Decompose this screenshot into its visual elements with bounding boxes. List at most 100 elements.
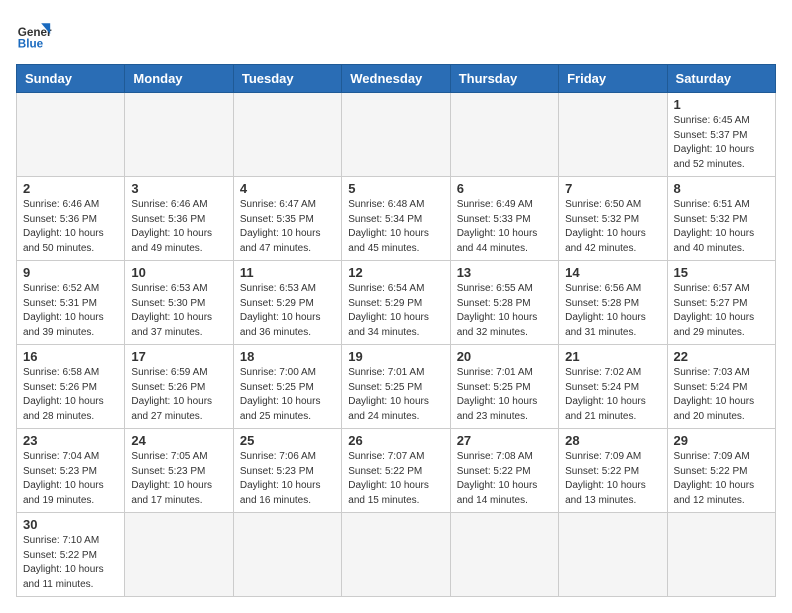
day-info: Sunrise: 7:09 AM Sunset: 5:22 PM Dayligh… — [674, 450, 769, 508]
day-number: 19 — [348, 349, 443, 364]
day-number: 9 — [23, 265, 118, 280]
week-row-1: 2 Sunrise: 6:46 AM Sunset: 5:36 PM Daylig… — [17, 177, 776, 261]
day-info: Sunrise: 7:01 AM Sunset: 5:25 PM Dayligh… — [457, 366, 552, 424]
day-number: 22 — [674, 349, 769, 364]
calendar-cell — [233, 513, 341, 597]
calendar-cell: 20 Sunrise: 7:01 AM Sunset: 5:25 PM Dayli… — [450, 345, 558, 429]
logo: General Blue — [16, 16, 52, 52]
day-info: Sunrise: 7:03 AM Sunset: 5:24 PM Dayligh… — [674, 366, 769, 424]
calendar-cell: 11Sunrise: 6:53 AM Sunset: 5:29 PM Dayli… — [233, 261, 341, 345]
day-info: Sunrise: 6:47 AM Sunset: 5:35 PM Dayligh… — [240, 198, 335, 256]
day-number: 21 — [565, 349, 660, 364]
day-number: 7 — [565, 181, 660, 196]
week-row-3: 16 Sunrise: 6:58 AM Sunset: 5:26 PM Dayli… — [17, 345, 776, 429]
day-info: Sunrise: 6:48 AM Sunset: 5:34 PM Dayligh… — [348, 198, 443, 256]
calendar-header-row: SundayMondayTuesdayWednesdayThursdayFrid… — [17, 65, 776, 93]
calendar-cell — [125, 513, 233, 597]
calendar-cell — [125, 93, 233, 177]
day-number: 8 — [674, 181, 769, 196]
day-info: Sunrise: 7:01 AM Sunset: 5:25 PM Dayligh… — [348, 366, 443, 424]
day-number: 30 — [23, 517, 118, 532]
week-row-2: 9 Sunrise: 6:52 AM Sunset: 5:31 PM Daylig… — [17, 261, 776, 345]
day-info: Sunrise: 6:45 AM Sunset: 5:37 PM Dayligh… — [674, 114, 769, 172]
calendar-cell: 19 Sunrise: 7:01 AM Sunset: 5:25 PM Dayli… — [342, 345, 450, 429]
calendar-cell: 24 Sunrise: 7:05 AM Sunset: 5:23 PM Dayli… — [125, 429, 233, 513]
calendar-cell: 10 Sunrise: 6:53 AM Sunset: 5:30 PM Dayli… — [125, 261, 233, 345]
day-info: Sunrise: 6:50 AM Sunset: 5:32 PM Dayligh… — [565, 198, 660, 256]
day-info: Sunrise: 6:55 AM Sunset: 5:28 PM Dayligh… — [457, 282, 552, 340]
day-number: 27 — [457, 433, 552, 448]
calendar-cell: 2 Sunrise: 6:46 AM Sunset: 5:36 PM Daylig… — [17, 177, 125, 261]
week-row-5: 30 Sunrise: 7:10 AM Sunset: 5:22 PM Dayli… — [17, 513, 776, 597]
day-number: 5 — [348, 181, 443, 196]
day-number: 12 — [348, 265, 443, 280]
day-number: 17 — [131, 349, 226, 364]
day-number: 13 — [457, 265, 552, 280]
calendar-cell — [342, 93, 450, 177]
calendar-table: SundayMondayTuesdayWednesdayThursdayFrid… — [16, 64, 776, 597]
calendar-cell: 3Sunrise: 6:46 AM Sunset: 5:36 PM Daylig… — [125, 177, 233, 261]
calendar-cell: 23 Sunrise: 7:04 AM Sunset: 5:23 PM Dayli… — [17, 429, 125, 513]
week-row-0: 1 Sunrise: 6:45 AM Sunset: 5:37 PM Daylig… — [17, 93, 776, 177]
header-thursday: Thursday — [450, 65, 558, 93]
day-number: 14 — [565, 265, 660, 280]
day-info: Sunrise: 6:46 AM Sunset: 5:36 PM Dayligh… — [23, 198, 118, 256]
day-info: Sunrise: 6:54 AM Sunset: 5:29 PM Dayligh… — [348, 282, 443, 340]
day-info: Sunrise: 6:56 AM Sunset: 5:28 PM Dayligh… — [565, 282, 660, 340]
day-number: 10 — [131, 265, 226, 280]
day-number: 11 — [240, 265, 335, 280]
day-info: Sunrise: 6:58 AM Sunset: 5:26 PM Dayligh… — [23, 366, 118, 424]
day-info: Sunrise: 7:02 AM Sunset: 5:24 PM Dayligh… — [565, 366, 660, 424]
day-info: Sunrise: 6:51 AM Sunset: 5:32 PM Dayligh… — [674, 198, 769, 256]
calendar-cell — [342, 513, 450, 597]
calendar-cell: 29 Sunrise: 7:09 AM Sunset: 5:22 PM Dayli… — [667, 429, 775, 513]
calendar-cell: 16 Sunrise: 6:58 AM Sunset: 5:26 PM Dayli… — [17, 345, 125, 429]
day-info: Sunrise: 6:57 AM Sunset: 5:27 PM Dayligh… — [674, 282, 769, 340]
day-info: Sunrise: 7:04 AM Sunset: 5:23 PM Dayligh… — [23, 450, 118, 508]
day-info: Sunrise: 7:10 AM Sunset: 5:22 PM Dayligh… — [23, 534, 118, 592]
day-number: 20 — [457, 349, 552, 364]
header-wednesday: Wednesday — [342, 65, 450, 93]
calendar-cell: 8 Sunrise: 6:51 AM Sunset: 5:32 PM Daylig… — [667, 177, 775, 261]
calendar-cell — [559, 93, 667, 177]
day-number: 2 — [23, 181, 118, 196]
day-number: 26 — [348, 433, 443, 448]
day-info: Sunrise: 7:09 AM Sunset: 5:22 PM Dayligh… — [565, 450, 660, 508]
day-number: 6 — [457, 181, 552, 196]
header-tuesday: Tuesday — [233, 65, 341, 93]
calendar-cell: 4 Sunrise: 6:47 AM Sunset: 5:35 PM Daylig… — [233, 177, 341, 261]
header-monday: Monday — [125, 65, 233, 93]
calendar-cell — [233, 93, 341, 177]
calendar-cell: 30 Sunrise: 7:10 AM Sunset: 5:22 PM Dayli… — [17, 513, 125, 597]
calendar-cell — [17, 93, 125, 177]
calendar-cell: 1 Sunrise: 6:45 AM Sunset: 5:37 PM Daylig… — [667, 93, 775, 177]
day-info: Sunrise: 6:53 AM Sunset: 5:30 PM Dayligh… — [131, 282, 226, 340]
calendar-cell — [559, 513, 667, 597]
page-header: General Blue — [16, 16, 776, 52]
calendar-cell: 21 Sunrise: 7:02 AM Sunset: 5:24 PM Dayli… — [559, 345, 667, 429]
calendar-cell: 13 Sunrise: 6:55 AM Sunset: 5:28 PM Dayli… — [450, 261, 558, 345]
calendar-cell: 15 Sunrise: 6:57 AM Sunset: 5:27 PM Dayli… — [667, 261, 775, 345]
day-number: 15 — [674, 265, 769, 280]
day-number: 28 — [565, 433, 660, 448]
day-number: 23 — [23, 433, 118, 448]
day-info: Sunrise: 7:06 AM Sunset: 5:23 PM Dayligh… — [240, 450, 335, 508]
calendar-cell: 12 Sunrise: 6:54 AM Sunset: 5:29 PM Dayli… — [342, 261, 450, 345]
calendar-cell: 5 Sunrise: 6:48 AM Sunset: 5:34 PM Daylig… — [342, 177, 450, 261]
day-number: 16 — [23, 349, 118, 364]
day-info: Sunrise: 6:52 AM Sunset: 5:31 PM Dayligh… — [23, 282, 118, 340]
calendar-cell: 9 Sunrise: 6:52 AM Sunset: 5:31 PM Daylig… — [17, 261, 125, 345]
day-number: 4 — [240, 181, 335, 196]
day-info: Sunrise: 7:08 AM Sunset: 5:22 PM Dayligh… — [457, 450, 552, 508]
day-info: Sunrise: 6:46 AM Sunset: 5:36 PM Dayligh… — [131, 198, 226, 256]
calendar-cell — [450, 513, 558, 597]
day-number: 1 — [674, 97, 769, 112]
day-number: 29 — [674, 433, 769, 448]
week-row-4: 23 Sunrise: 7:04 AM Sunset: 5:23 PM Dayli… — [17, 429, 776, 513]
day-info: Sunrise: 7:05 AM Sunset: 5:23 PM Dayligh… — [131, 450, 226, 508]
calendar-cell — [667, 513, 775, 597]
day-number: 24 — [131, 433, 226, 448]
day-number: 18 — [240, 349, 335, 364]
day-info: Sunrise: 7:07 AM Sunset: 5:22 PM Dayligh… — [348, 450, 443, 508]
logo-icon: General Blue — [16, 16, 52, 52]
